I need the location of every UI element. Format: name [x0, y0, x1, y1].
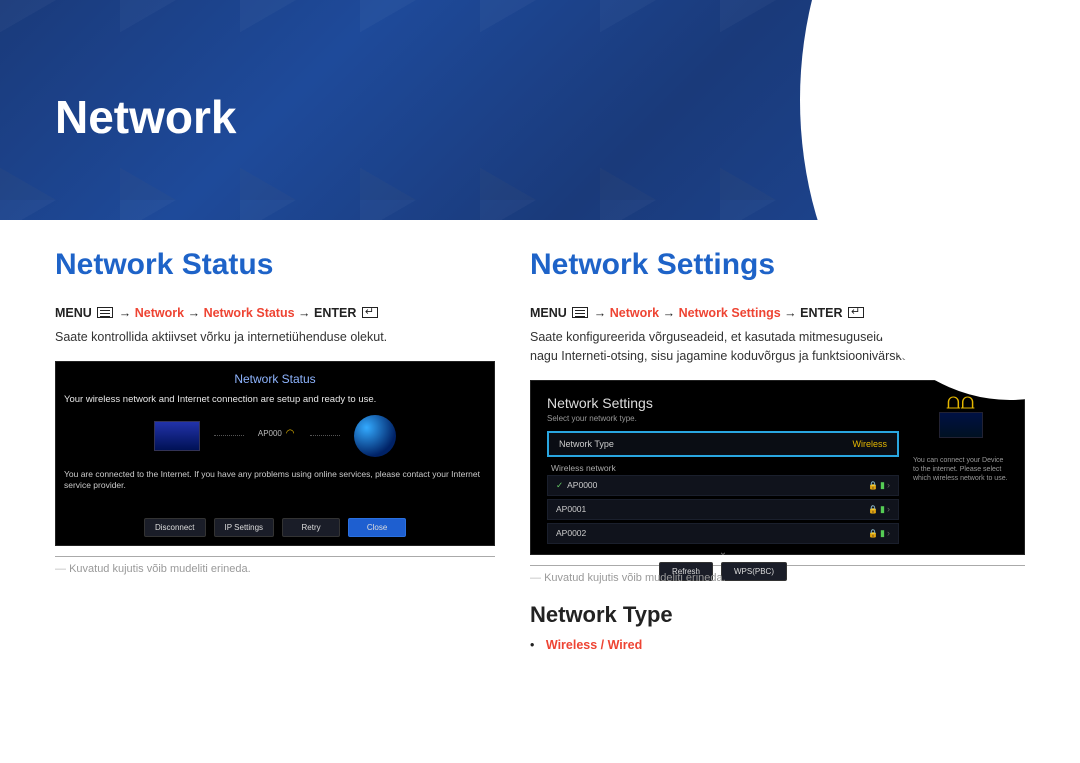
lock-icon: 🔒 — [868, 529, 878, 538]
side-help-text: You can connect your Device to the inter… — [913, 456, 1008, 483]
chapter-title: Network — [55, 90, 1025, 144]
enter-icon — [848, 307, 864, 318]
ss-side-panel: ⩍⩍ You can connect your Device to the in… — [913, 395, 1008, 540]
bullet-icon: • — [530, 638, 534, 652]
ip-settings-button[interactable]: IP Settings — [214, 518, 275, 537]
desc-network-status: Saate kontrollida aktiivset võrku ja int… — [55, 328, 495, 347]
chevron-right-icon: › — [887, 528, 890, 538]
network-type-options: • Wireless / Wired — [530, 638, 1025, 652]
field-label: Network Type — [559, 439, 614, 449]
wps-button[interactable]: WPS(PBC) — [721, 562, 787, 581]
ss-title: Network Status — [64, 372, 486, 386]
arrow: → — [119, 306, 132, 320]
path-seg-network-status: Network Status — [204, 306, 295, 320]
option-separator: / — [597, 638, 607, 652]
retry-button[interactable]: Retry — [282, 518, 340, 537]
path-seg-network-settings: Network Settings — [679, 306, 781, 320]
field-value: Wireless — [852, 439, 887, 449]
menu-path-status: MENU → Network → Network Status → ENTER — [55, 306, 495, 320]
disconnect-button[interactable]: Disconnect — [144, 518, 206, 537]
scroll-down-icon[interactable]: ⌄ — [547, 547, 899, 558]
wifi-waves-icon: ⩍⩍ — [946, 395, 975, 408]
wireless-network-label: Wireless network — [547, 463, 899, 473]
tv-icon — [154, 421, 200, 451]
ap-row[interactable]: ✓ AP0000 🔒▮› — [547, 475, 899, 496]
label-menu: MENU — [55, 306, 92, 320]
label-menu: MENU — [530, 306, 567, 320]
wifi-icon — [284, 428, 296, 436]
menu-icon — [572, 307, 588, 318]
screenshot-network-settings: Network Settings Select your network typ… — [530, 380, 1025, 555]
ap-name: AP0001 — [556, 504, 586, 514]
ss-settings-title: Network Settings — [547, 395, 899, 411]
chapter-header: Network — [0, 0, 1080, 220]
option-wired: Wired — [608, 638, 643, 652]
column-network-status: Network Status MENU → Network → Network … — [55, 248, 495, 652]
caption-left: Kuvatud kujutis võib mudeliti erineda. — [55, 563, 495, 575]
chevron-right-icon: › — [887, 480, 890, 490]
signal-icon: ▮ — [880, 504, 885, 515]
ap-row[interactable]: AP0002 🔒▮› — [547, 523, 899, 544]
tv-icon — [939, 412, 983, 438]
ss-ready-msg: Your wireless network and Internet conne… — [64, 394, 486, 405]
label-enter: ENTER — [800, 306, 842, 320]
signal-icon: ▮ — [880, 480, 885, 491]
screenshot-network-status: Network Status Your wireless network and… — [55, 361, 495, 546]
globe-icon — [354, 415, 396, 457]
arrow: → — [784, 306, 797, 320]
arrow: → — [594, 306, 607, 320]
close-button[interactable]: Close — [348, 518, 406, 537]
signal-icon: ▮ — [880, 528, 885, 539]
connection-diagram: AP000 — [64, 415, 486, 457]
lock-icon: 🔒 — [868, 481, 878, 490]
ap-row[interactable]: AP0001 🔒▮› — [547, 499, 899, 520]
link-line — [214, 435, 244, 436]
ap-label: AP000 — [258, 428, 296, 438]
link-line — [310, 435, 340, 436]
label-enter: ENTER — [314, 306, 356, 320]
option-wireless: Wireless — [546, 638, 597, 652]
ss-settings-sub: Select your network type. — [547, 414, 899, 423]
divider — [55, 556, 495, 557]
menu-icon — [97, 307, 113, 318]
heading-network-type: Network Type — [530, 602, 1025, 628]
ap-name: AP0000 — [567, 480, 597, 490]
arrow: → — [188, 306, 201, 320]
network-type-field[interactable]: Network Type Wireless — [547, 431, 899, 457]
arrow: → — [663, 306, 676, 320]
heading-network-status: Network Status — [55, 248, 495, 282]
path-seg-network: Network — [135, 306, 184, 320]
check-icon: ✓ — [556, 480, 563, 490]
ss-connected-note: You are connected to the Internet. If yo… — [64, 469, 486, 491]
path-seg-network: Network — [610, 306, 659, 320]
chevron-right-icon: › — [887, 504, 890, 514]
lock-icon: 🔒 — [868, 505, 878, 514]
arrow: → — [298, 306, 311, 320]
enter-icon — [362, 307, 378, 318]
ap-name: AP0002 — [556, 528, 586, 538]
